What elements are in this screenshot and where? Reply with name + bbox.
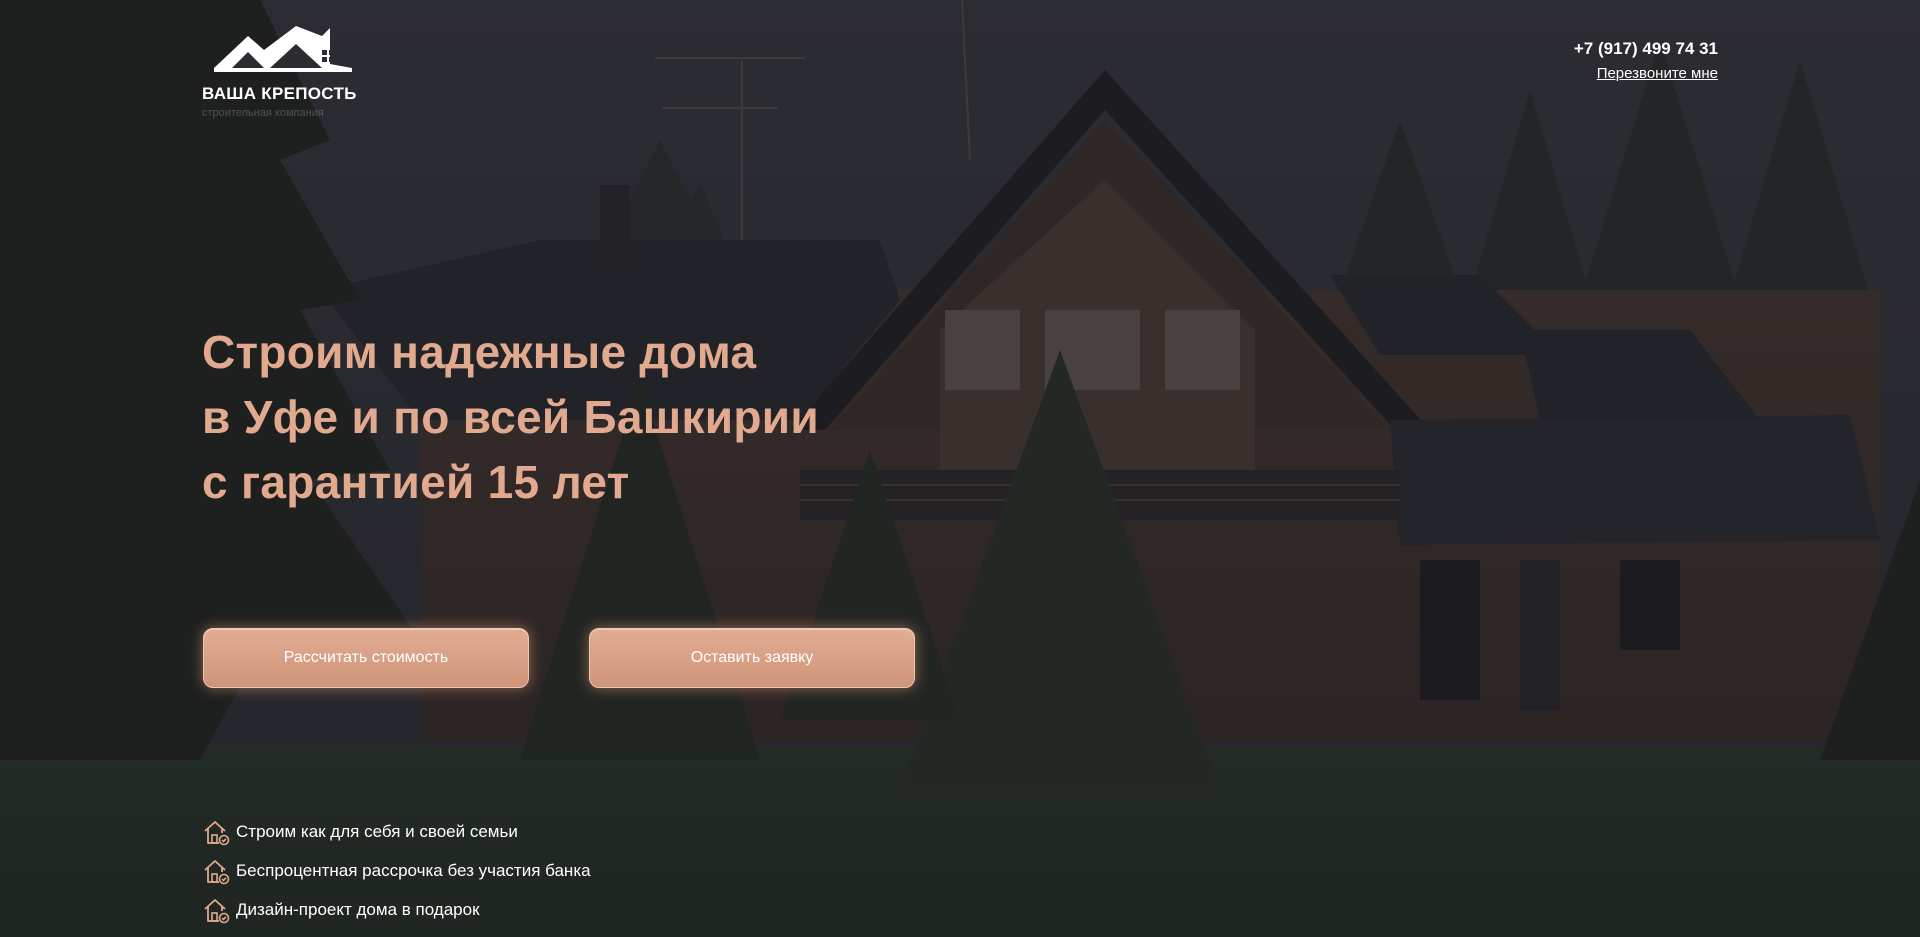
roof-logo-icon xyxy=(214,26,352,72)
feature-item: Строим как для себя и своей семьи xyxy=(202,818,591,846)
header-contacts: +7 (917) 499 74 31 Перезвоните мне xyxy=(1574,39,1718,83)
hero-title-line: с гарантией 15 лет xyxy=(202,456,630,508)
company-logo[interactable]: ВАША КРЕПОСТЬ строительная компания xyxy=(202,24,372,124)
hero-title-line: в Уфе и по всей Башкирии xyxy=(202,391,819,443)
feature-item: Дизайн-проект дома в подарок xyxy=(202,896,591,924)
feature-text: Строим как для себя и своей семьи xyxy=(236,822,518,841)
brand-tagline: строительная компания xyxy=(202,107,324,119)
hero-title: Строим надежные дома в Уфе и по всей Баш… xyxy=(202,320,1102,515)
submit-request-button[interactable]: Оставить заявку xyxy=(589,628,915,688)
feature-item: Беспроцентная рассрочка без участия банк… xyxy=(202,857,591,885)
house-check-icon xyxy=(204,860,230,885)
hero-title-line: Строим надежные дома xyxy=(202,326,757,378)
calculate-cost-button[interactable]: Рассчитать стоимость xyxy=(203,628,529,688)
house-check-icon xyxy=(204,899,230,924)
brand-name: ВАША КРЕПОСТЬ xyxy=(202,84,357,103)
feature-text: Дизайн-проект дома в подарок xyxy=(236,900,480,919)
feature-text: Беспроцентная рассрочка без участия банк… xyxy=(236,861,591,880)
house-check-icon xyxy=(204,821,230,846)
phone-link[interactable]: +7 (917) 499 74 31 xyxy=(1574,39,1718,59)
features-list: Строим как для себя и своей семьи Беспро… xyxy=(202,818,591,935)
callback-link[interactable]: Перезвоните мне xyxy=(1597,65,1718,82)
